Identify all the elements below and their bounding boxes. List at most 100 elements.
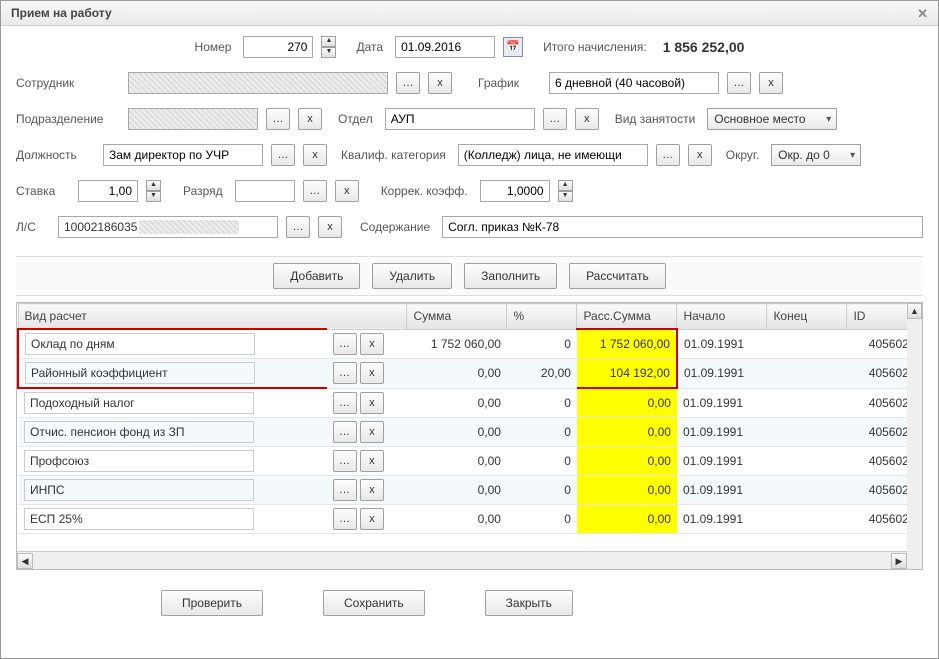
row-lookup-button[interactable]: …	[333, 450, 357, 472]
col-start[interactable]: Начало	[677, 304, 767, 330]
table-row[interactable]: Подоходный налог… x0,0000,0001.09.199140…	[18, 388, 922, 418]
row-start: 01.09.1991	[677, 418, 767, 447]
row-lookup-button[interactable]: …	[333, 479, 357, 501]
delete-button[interactable]: Удалить	[372, 263, 452, 289]
titlebar: Прием на работу ✕	[1, 1, 938, 26]
scroll-up-icon[interactable]: ▲	[907, 303, 922, 319]
rate-input[interactable]	[78, 180, 138, 202]
row-lookup-button[interactable]: …	[333, 508, 357, 530]
rank-input[interactable]	[235, 180, 295, 202]
qualif-clear-button[interactable]: x	[688, 144, 712, 166]
department-clear-button[interactable]: x	[298, 108, 322, 130]
scroll-right-icon[interactable]: ▶	[891, 553, 907, 569]
otdel-input[interactable]	[385, 108, 535, 130]
otdel-clear-button[interactable]: x	[575, 108, 599, 130]
employment-select[interactable]: Основное место	[707, 108, 837, 130]
row-type-input[interactable]: ИНПС	[24, 479, 254, 501]
account-input[interactable]: 10002186035	[58, 216, 278, 238]
save-button[interactable]: Сохранить	[323, 590, 425, 616]
otdel-lookup-button[interactable]: …	[543, 108, 567, 130]
employee-lookup-button[interactable]: …	[396, 72, 420, 94]
row-start: 01.09.1991	[677, 447, 767, 476]
col-type[interactable]: Вид расчет	[18, 304, 407, 330]
position-label: Должность	[16, 148, 91, 162]
row-type-input[interactable]: Районный коэффициент	[25, 362, 255, 384]
row-type-input[interactable]: ЕСП 25%	[24, 508, 254, 530]
row-type-input[interactable]: Отчис. пенсион фонд из ЗП	[24, 421, 254, 443]
rate-spin-up[interactable]: ▲	[146, 180, 161, 191]
table-row[interactable]: Оклад по дням… x1 752 060,0001 752 060,0…	[18, 329, 922, 359]
row-pct: 0	[507, 476, 577, 505]
row-clear-button[interactable]: x	[360, 421, 384, 443]
date-label: Дата	[356, 40, 383, 54]
rounding-select[interactable]: Окр. до 0	[771, 144, 861, 166]
employee-clear-button[interactable]: x	[428, 72, 452, 94]
rate-spin-down[interactable]: ▼	[146, 191, 161, 202]
table-row[interactable]: Отчис. пенсион фонд из ЗП… x0,0000,0001.…	[18, 418, 922, 447]
schedule-lookup-button[interactable]: …	[727, 72, 751, 94]
coeff-spin-down[interactable]: ▼	[558, 191, 573, 202]
coeff-input[interactable]	[480, 180, 550, 202]
coeff-spin-up[interactable]: ▲	[558, 180, 573, 191]
position-input[interactable]	[103, 144, 263, 166]
col-calc[interactable]: Расс.Сумма	[577, 304, 677, 330]
department-input[interactable]	[128, 108, 258, 130]
rank-clear-button[interactable]: x	[335, 180, 359, 202]
row-clear-button[interactable]: x	[360, 392, 384, 414]
col-sum[interactable]: Сумма	[407, 304, 507, 330]
row-type-input[interactable]: Профсоюз	[24, 450, 254, 472]
table-row[interactable]: Районный коэффициент… x0,0020,00104 192,…	[18, 359, 922, 389]
col-pct[interactable]: %	[507, 304, 577, 330]
row-lookup-button[interactable]: …	[333, 362, 357, 384]
row-type-input[interactable]: Подоходный налог	[24, 392, 254, 414]
row-sum: 0,00	[407, 476, 507, 505]
position-lookup-button[interactable]: …	[271, 144, 295, 166]
row-end	[767, 476, 847, 505]
scroll-left-icon[interactable]: ◀	[17, 553, 33, 569]
row-clear-button[interactable]: x	[360, 362, 384, 384]
row-clear-button[interactable]: x	[360, 508, 384, 530]
check-button[interactable]: Проверить	[161, 590, 263, 616]
row-clear-button[interactable]: x	[360, 479, 384, 501]
row-calc: 104 192,00	[577, 359, 677, 389]
position-clear-button[interactable]: x	[303, 144, 327, 166]
content-input[interactable]	[442, 216, 923, 238]
calendar-icon[interactable]: 📅	[503, 37, 523, 57]
row-calc: 0,00	[577, 388, 677, 418]
account-clear-button[interactable]: x	[318, 216, 342, 238]
account-lookup-button[interactable]: …	[286, 216, 310, 238]
row-lookup-button[interactable]: …	[333, 392, 357, 414]
number-spin-up[interactable]: ▲	[321, 36, 336, 47]
table-row[interactable]: Профсоюз… x0,0000,0001.09.19914056029	[18, 447, 922, 476]
otdel-label: Отдел	[338, 112, 373, 126]
row-clear-button[interactable]: x	[360, 333, 384, 355]
employee-input[interactable]	[128, 72, 388, 94]
row-start: 01.09.1991	[677, 388, 767, 418]
rate-label: Ставка	[16, 184, 66, 198]
add-button[interactable]: Добавить	[273, 263, 360, 289]
row-type-input[interactable]: Оклад по дням	[25, 333, 255, 355]
vertical-scrollbar[interactable]: ▲	[907, 303, 922, 569]
table-row[interactable]: ИНПС… x0,0000,0001.09.19914056029	[18, 476, 922, 505]
row-lookup-button[interactable]: …	[333, 333, 357, 355]
horizontal-scrollbar[interactable]: ◀ ▶	[17, 551, 907, 569]
department-lookup-button[interactable]: …	[266, 108, 290, 130]
row-clear-button[interactable]: x	[360, 450, 384, 472]
qualif-lookup-button[interactable]: …	[656, 144, 680, 166]
fill-button[interactable]: Заполнить	[464, 263, 557, 289]
row-pct: 0	[507, 447, 577, 476]
table-row[interactable]: ЕСП 25%… x0,0000,0001.09.19914056029	[18, 505, 922, 534]
col-end[interactable]: Конец	[767, 304, 847, 330]
rank-lookup-button[interactable]: …	[303, 180, 327, 202]
qualif-input[interactable]	[458, 144, 648, 166]
number-spin-down[interactable]: ▼	[321, 47, 336, 58]
schedule-input[interactable]	[549, 72, 719, 94]
row-end	[767, 505, 847, 534]
schedule-clear-button[interactable]: x	[759, 72, 783, 94]
close-button[interactable]: Закрыть	[485, 590, 573, 616]
date-input[interactable]	[395, 36, 495, 58]
calc-button[interactable]: Рассчитать	[569, 263, 666, 289]
close-icon[interactable]: ✕	[917, 6, 928, 22]
row-lookup-button[interactable]: …	[333, 421, 357, 443]
number-input[interactable]	[243, 36, 313, 58]
